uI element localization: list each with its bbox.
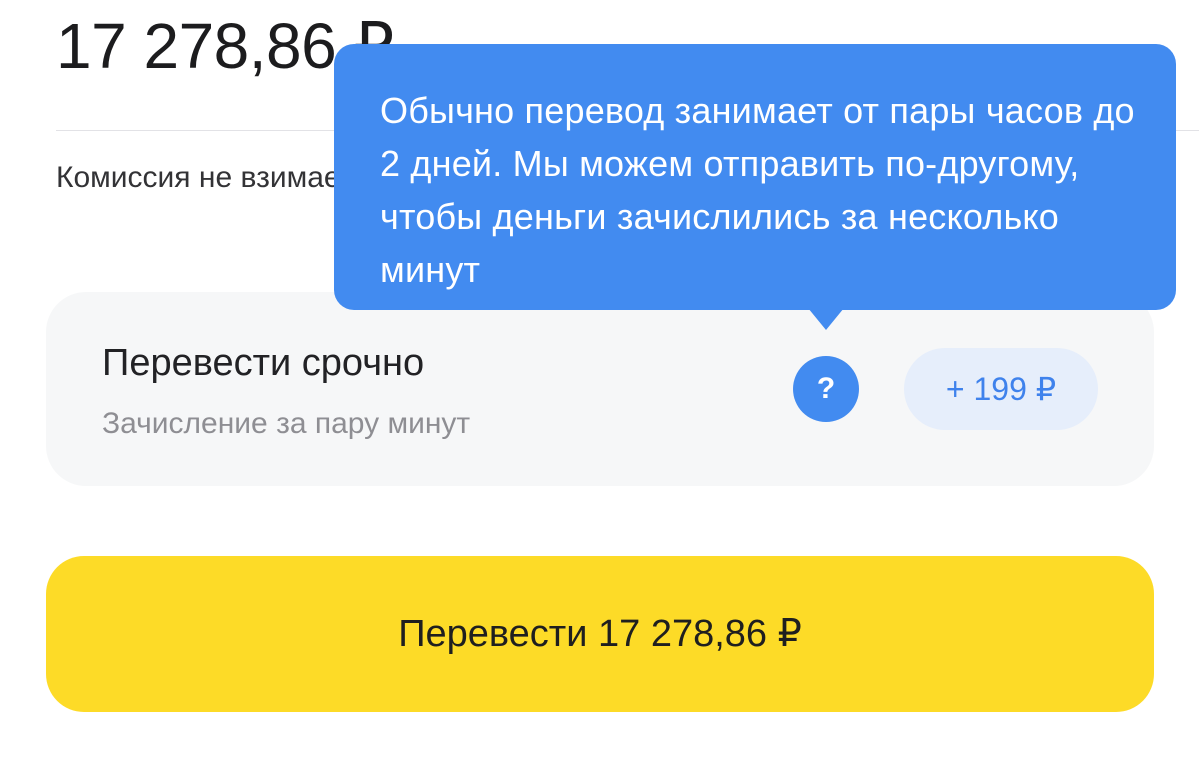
help-question-icon[interactable]: ?: [793, 356, 859, 422]
urgent-transfer-option[interactable]: Перевести срочно Зачисление за пару мину…: [46, 292, 1154, 486]
urgent-transfer-title: Перевести срочно: [102, 342, 425, 384]
info-tooltip: Обычно перевод занимает от пары часов до…: [334, 44, 1176, 330]
urgent-transfer-subtitle: Зачисление за пару минут: [102, 407, 471, 440]
urgent-transfer-fee-button[interactable]: + 199 ₽: [904, 348, 1098, 430]
tooltip-text: Обычно перевод занимает от пары часов до…: [380, 90, 1135, 290]
transfer-submit-button[interactable]: Перевести 17 278,86 ₽: [46, 556, 1154, 712]
transfer-screen: 17 278,86 ₽ Комиссия не взимается Переве…: [0, 0, 1199, 773]
tooltip-arrow: [808, 308, 844, 330]
